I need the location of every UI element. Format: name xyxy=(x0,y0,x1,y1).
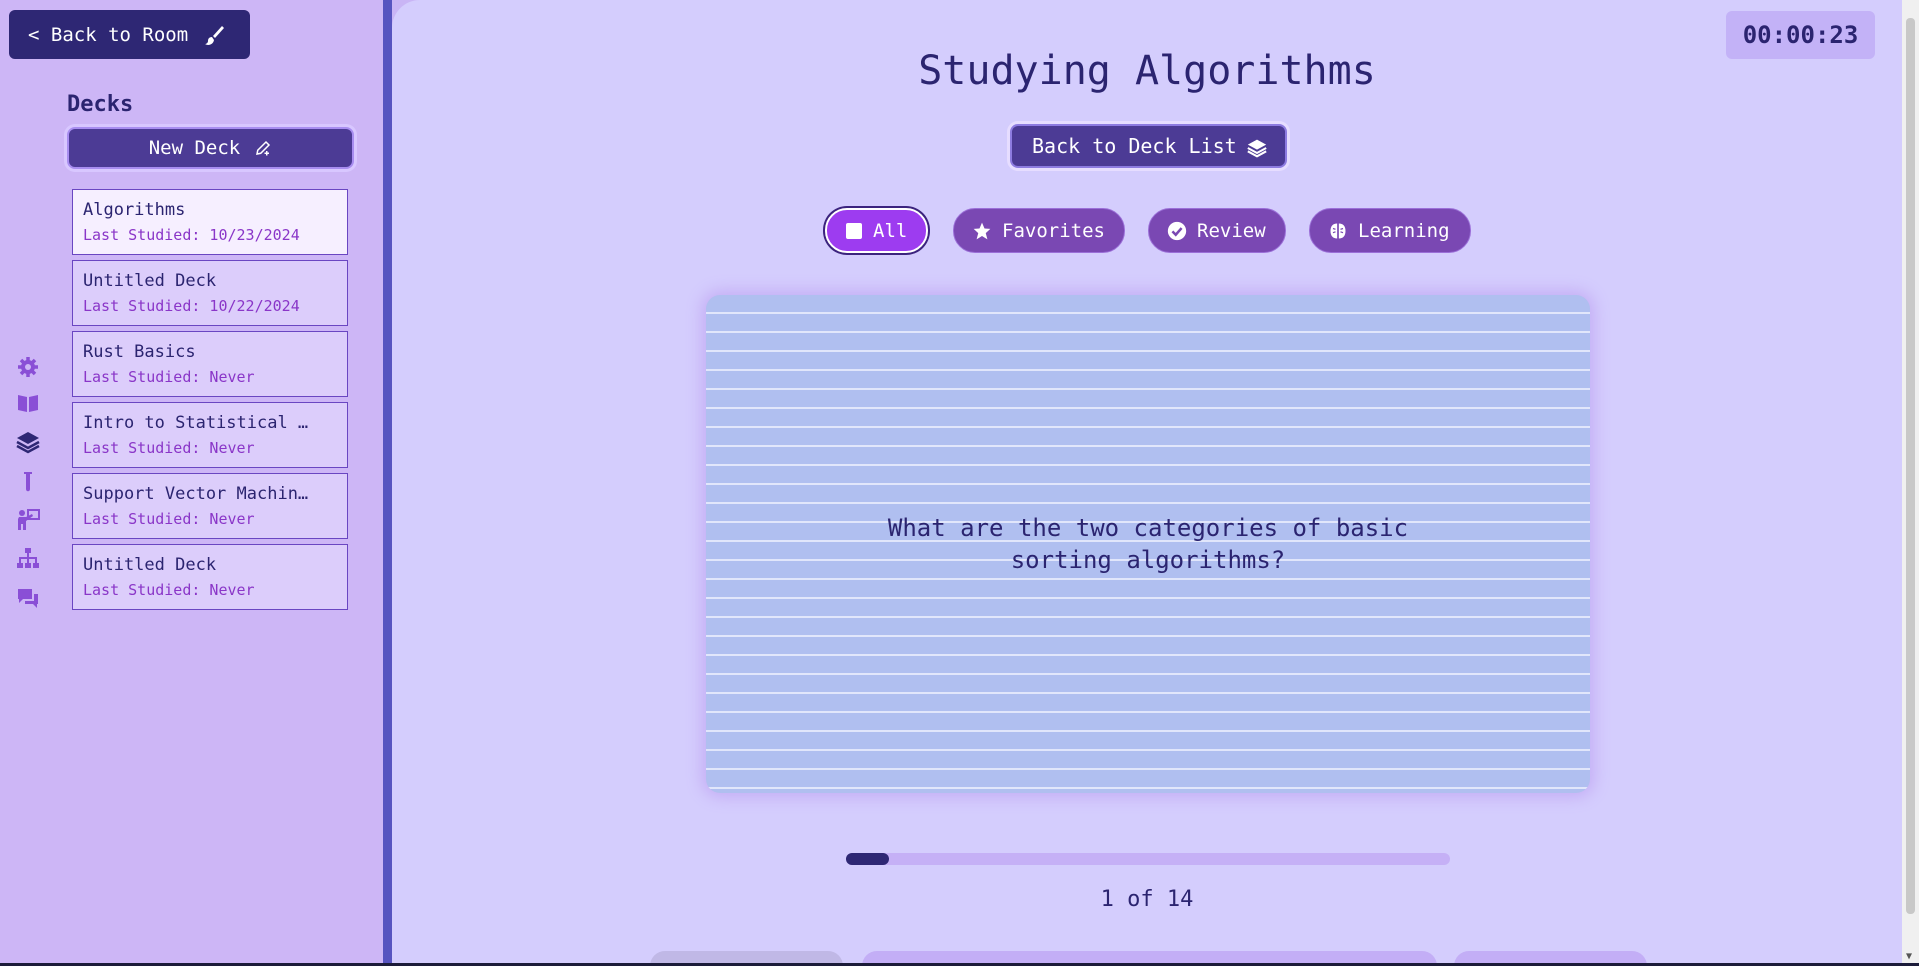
scroll-down-arrow[interactable]: ▼ xyxy=(1906,951,1912,962)
gear-icon[interactable] xyxy=(16,355,40,379)
back-to-deck-list-label: Back to Deck List xyxy=(1032,134,1237,158)
filter-label: Review xyxy=(1197,219,1266,242)
test-tube-icon[interactable] xyxy=(16,470,40,494)
study-area: 00:00:23 Studying Algorithms Back to Dec… xyxy=(392,0,1902,966)
deck-item[interactable]: Support Vector Machin… Last Studied: Nev… xyxy=(72,473,348,539)
progress-bar-fill xyxy=(846,853,889,865)
sitemap-icon[interactable] xyxy=(16,546,40,570)
deck-item[interactable]: Rust Basics Last Studied: Never xyxy=(72,331,348,397)
book-icon[interactable] xyxy=(16,391,40,415)
back-to-room-button[interactable]: < Back to Room xyxy=(9,10,250,59)
edit-icon xyxy=(256,140,271,156)
square-icon xyxy=(846,222,862,239)
deck-name: Intro to Statistical … xyxy=(83,413,309,433)
new-deck-button[interactable]: New Deck xyxy=(67,127,354,169)
deck-last-studied: Last Studied: Never xyxy=(83,510,255,528)
deck-name: Untitled Deck xyxy=(83,555,217,575)
page-scrollbar[interactable]: ▼ xyxy=(1902,0,1919,966)
filter-review-button[interactable]: Review xyxy=(1148,208,1286,253)
card-counter: 1 of 14 xyxy=(1100,887,1194,912)
layers-icon xyxy=(1247,139,1267,158)
check-circle-icon xyxy=(1167,221,1187,240)
decks-heading: Decks xyxy=(67,92,134,117)
paintbrush-icon xyxy=(205,26,224,45)
flashcard-question: What are the two categories of basic sor… xyxy=(887,514,1409,574)
back-to-room-label: < Back to Room xyxy=(28,23,189,46)
deck-item[interactable]: Intro to Statistical … Last Studied: Nev… xyxy=(72,402,348,468)
deck-last-studied: Last Studied: 10/22/2024 xyxy=(83,297,300,315)
new-deck-label: New Deck xyxy=(148,137,241,159)
teacher-icon[interactable] xyxy=(16,508,40,532)
deck-name: Support Vector Machin… xyxy=(83,484,309,504)
deck-last-studied: Last Studied: Never xyxy=(83,368,255,386)
layers-icon[interactable] xyxy=(16,430,40,454)
scrollbar-thumb[interactable] xyxy=(1906,18,1915,914)
deck-last-studied: Last Studied: Never xyxy=(83,581,255,599)
brain-icon xyxy=(1330,223,1346,238)
filter-favorites-button[interactable]: Favorites xyxy=(953,208,1125,253)
sidebar-divider xyxy=(383,0,392,966)
page-title: Studying Algorithms xyxy=(918,48,1376,94)
flashcard[interactable]: What are the two categories of basic sor… xyxy=(706,295,1590,793)
deck-item[interactable]: Untitled Deck Last Studied: 10/22/2024 xyxy=(72,260,348,326)
deck-last-studied: Last Studied: Never xyxy=(83,439,255,457)
deck-last-studied: Last Studied: 10/23/2024 xyxy=(83,226,300,244)
sidebar: < Back to Room Decks New Deck Algorithms… xyxy=(0,0,383,966)
chat-icon[interactable] xyxy=(16,586,40,610)
filter-label: Learning xyxy=(1358,219,1450,242)
filter-label: All xyxy=(873,219,908,242)
deck-item[interactable]: Untitled Deck Last Studied: Never xyxy=(72,544,348,610)
filter-learning-button[interactable]: Learning xyxy=(1309,208,1471,253)
deck-name: Rust Basics xyxy=(83,342,196,362)
deck-item[interactable]: Algorithms Last Studied: 10/23/2024 xyxy=(72,189,348,255)
progress-bar xyxy=(846,853,1450,865)
back-to-deck-list-button[interactable]: Back to Deck List xyxy=(1010,124,1287,168)
star-icon xyxy=(973,222,991,239)
deck-name: Algorithms xyxy=(83,200,186,220)
filter-all-button[interactable]: All xyxy=(825,208,928,253)
filter-label: Favorites xyxy=(1002,219,1105,242)
deck-name: Untitled Deck xyxy=(83,271,217,291)
